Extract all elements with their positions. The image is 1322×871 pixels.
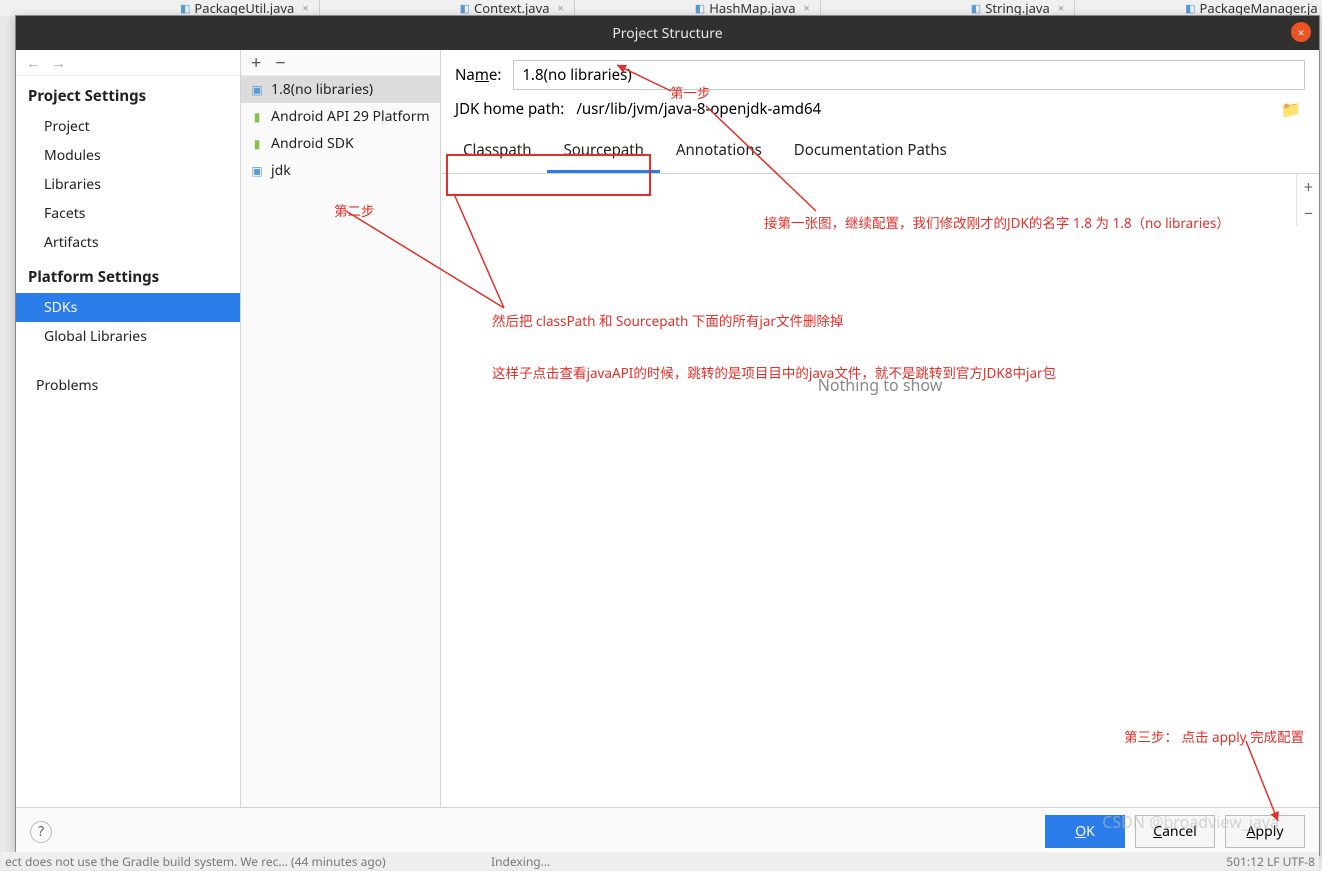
tab-sourcepath[interactable]: Sourcepath	[547, 130, 659, 173]
nav-forward-icon[interactable]: →	[51, 53, 66, 73]
editor-tab[interactable]: ◧HashMap.java×	[685, 0, 821, 16]
nav-modules[interactable]: Modules	[16, 141, 240, 170]
name-label: Name:	[455, 65, 501, 85]
folder-icon: ▣	[249, 81, 265, 98]
tab-classpath[interactable]: Classpath	[447, 130, 547, 173]
sdk-tabs: Classpath Sourcepath Annotations Documen…	[441, 130, 1319, 174]
folder-icon: ▣	[249, 162, 265, 179]
jdk-home-path-input[interactable]	[576, 99, 1265, 119]
close-icon[interactable]: ×	[558, 1, 564, 16]
sdk-item[interactable]: ▣1.8(no libraries)	[241, 76, 440, 103]
add-sdk-button[interactable]: +	[251, 51, 261, 75]
tab-documentation-paths[interactable]: Documentation Paths	[778, 130, 963, 173]
editor-tab[interactable]: ◧PackageManager.ja	[1175, 0, 1322, 16]
settings-sidebar: ← → Project Settings Project Modules Lib…	[16, 50, 241, 807]
nav-libraries[interactable]: Libraries	[16, 170, 240, 199]
tab-content: + − Nothing to show	[441, 174, 1319, 807]
close-icon[interactable]: ×	[1058, 1, 1064, 16]
nav-problems[interactable]: Problems	[16, 371, 240, 400]
android-icon: ▮	[249, 108, 265, 125]
java-file-icon: ◧	[971, 1, 981, 16]
apply-button[interactable]: Apply	[1225, 815, 1305, 848]
remove-sdk-button[interactable]: −	[275, 51, 285, 75]
titlebar: Project Structure ×	[16, 16, 1319, 50]
dialog-title: Project Structure	[612, 24, 722, 43]
close-icon[interactable]: ×	[804, 1, 810, 16]
editor-tab[interactable]: ◧PackageUtil.java×	[170, 0, 320, 16]
java-file-icon: ◧	[460, 1, 470, 16]
editor-tab[interactable]: ◧String.java×	[961, 0, 1075, 16]
section-project-settings: Project Settings	[16, 76, 240, 112]
nav-sdks[interactable]: SDKs	[16, 293, 240, 322]
editor-tabs: ◧PackageUtil.java× ◧Context.java× ◧HashM…	[0, 0, 1322, 16]
sdk-list-panel: + − ▣1.8(no libraries) ▮Android API 29 P…	[241, 50, 441, 807]
java-file-icon: ◧	[180, 1, 190, 16]
ok-button[interactable]: OK	[1045, 815, 1125, 848]
sdk-name-input[interactable]	[513, 60, 1305, 90]
add-entry-button[interactable]: +	[1297, 174, 1320, 200]
help-button[interactable]: ?	[30, 821, 52, 843]
tab-annotations[interactable]: Annotations	[660, 130, 778, 173]
sdk-detail-panel: Name: JDK home path: 📁 Classpath Sourcep…	[441, 50, 1319, 807]
java-file-icon: ◧	[1185, 1, 1195, 16]
nothing-to-show-label: Nothing to show	[441, 374, 1319, 396]
sdk-item[interactable]: ▣jdk	[241, 157, 440, 184]
nav-artifacts[interactable]: Artifacts	[16, 228, 240, 257]
project-structure-dialog: Project Structure × ← → Project Settings…	[15, 15, 1320, 856]
background-status-bar: ect does not use the Gradle build system…	[1, 852, 1319, 870]
sdk-item[interactable]: ▮Android SDK	[241, 130, 440, 157]
editor-tab[interactable]: ◧Context.java×	[450, 0, 575, 16]
sdk-item[interactable]: ▮Android API 29 Platform	[241, 103, 440, 130]
cancel-button[interactable]: Cancel	[1135, 815, 1215, 848]
remove-entry-button[interactable]: −	[1297, 200, 1320, 226]
section-platform-settings: Platform Settings	[16, 257, 240, 293]
nav-global-libraries[interactable]: Global Libraries	[16, 322, 240, 351]
jdk-home-path-label: JDK home path:	[455, 99, 564, 119]
close-icon[interactable]: ×	[302, 1, 308, 16]
java-file-icon: ◧	[695, 1, 705, 16]
browse-path-button[interactable]: 📁	[1277, 98, 1305, 120]
nav-back-icon[interactable]: ←	[26, 53, 41, 73]
dialog-footer: ? OK Cancel Apply	[16, 807, 1319, 855]
nav-project[interactable]: Project	[16, 112, 240, 141]
nav-facets[interactable]: Facets	[16, 199, 240, 228]
close-button[interactable]: ×	[1291, 22, 1311, 42]
android-icon: ▮	[249, 135, 265, 152]
